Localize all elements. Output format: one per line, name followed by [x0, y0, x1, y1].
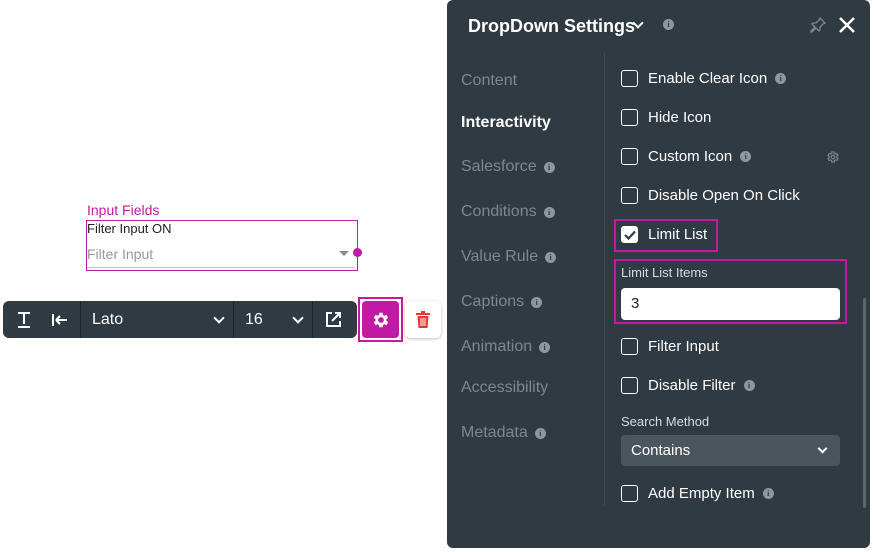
dropdown-settings-panel: DropDown Settings i Content Interactivit… [447, 0, 870, 548]
external-link-icon [326, 312, 341, 327]
open-external-button[interactable] [313, 301, 354, 338]
font-family-select[interactable]: Lato [81, 301, 233, 338]
panel-scrollbar[interactable] [863, 298, 866, 508]
checkbox[interactable] [621, 338, 638, 355]
app-canvas: Input Fields Filter Input ON Filter Inpu… [0, 0, 874, 552]
delete-button[interactable] [405, 301, 441, 338]
info-icon: i [543, 161, 555, 173]
info-icon: i [743, 380, 755, 391]
info-icon[interactable]: i [663, 19, 674, 30]
pin-icon[interactable] [810, 17, 826, 33]
option-enable-clear-icon[interactable]: Enable Clear Icon i [621, 70, 787, 87]
nav-item-captions[interactable]: Captions i [461, 293, 543, 311]
option-label: Filter Input [648, 338, 719, 355]
font-size-value: 16 [245, 310, 263, 328]
limit-list-items-label: Limit List Items [621, 265, 708, 280]
info-icon: i [762, 488, 774, 499]
panel-header: DropDown Settings i [447, 0, 870, 52]
align-left-icon [52, 313, 67, 326]
font-family-value: Lato [92, 310, 124, 328]
nav-item-label: Accessibility [461, 379, 549, 396]
option-label: Disable Open On Click [648, 187, 800, 204]
settings-button[interactable] [362, 301, 399, 338]
option-filter-input[interactable]: Filter Input [621, 338, 719, 355]
font-size-select[interactable]: 16 [234, 301, 312, 338]
option-limit-list[interactable]: Limit List [621, 226, 707, 243]
custom-icon-gear-icon[interactable] [826, 150, 840, 164]
align-button[interactable] [42, 301, 78, 338]
nav-item-value-rule[interactable]: Value Rule i [461, 248, 557, 266]
checkbox-checked[interactable] [621, 226, 638, 243]
nav-item-label: Animation [461, 338, 533, 355]
option-add-empty-item[interactable]: Add Empty Item i [621, 485, 774, 502]
option-label: Hide Icon [648, 109, 712, 126]
element-toolbar: Lato 16 [3, 301, 357, 338]
option-disable-filter[interactable]: Disable Filter i [621, 377, 755, 394]
nav-item-label: Captions [461, 293, 525, 310]
nav-item-label: Content [461, 72, 518, 89]
checkbox[interactable] [621, 187, 638, 204]
nav-item-animation[interactable]: Animation i [461, 338, 551, 356]
close-icon[interactable] [838, 16, 856, 34]
info-icon: i [531, 296, 543, 308]
info-icon: i [545, 251, 557, 263]
option-disable-open-on-click[interactable]: Disable Open On Click [621, 187, 800, 204]
nav-item-salesforce[interactable]: Salesforce i [461, 158, 555, 176]
panel-title[interactable]: DropDown Settings [468, 16, 635, 37]
option-custom-icon[interactable]: Custom Icon i [621, 148, 752, 165]
resize-handle[interactable] [353, 248, 362, 257]
option-hide-icon[interactable]: Hide Icon [621, 109, 711, 126]
search-method-value: Contains [631, 442, 691, 459]
gear-icon [373, 312, 388, 327]
option-label: Add Empty Item [648, 485, 755, 502]
checkbox[interactable] [621, 148, 638, 165]
checkbox[interactable] [621, 70, 638, 87]
nav-item-metadata[interactable]: Metadata i [461, 424, 546, 442]
option-label: Enable Clear Icon [648, 70, 768, 87]
chevron-down-icon [292, 311, 304, 324]
nav-item-content[interactable]: Content [461, 72, 517, 90]
filter-dropdown-input[interactable]: Filter Input [87, 244, 355, 268]
search-method-label: Search Method [621, 414, 710, 429]
checkmark-icon [623, 230, 636, 240]
section-label: Input Fields [87, 202, 160, 218]
nav-item-accessibility[interactable]: Accessibility [461, 379, 548, 397]
nav-item-label: Metadata [461, 424, 528, 441]
option-label: Custom Icon [648, 148, 733, 165]
info-icon: i [543, 206, 555, 218]
chevron-down-icon [213, 311, 225, 324]
info-icon: i [775, 73, 787, 84]
settings-nav: Content Interactivity Salesforce i Condi… [447, 52, 604, 548]
field-caption: Filter Input ON [87, 221, 172, 236]
interactivity-options: Enable Clear Icon i Hide Icon Custom Ico… [605, 52, 870, 548]
option-label: Disable Filter [648, 377, 736, 394]
nav-item-label: Interactivity [461, 114, 551, 131]
info-icon: i [539, 341, 551, 353]
info-icon: i [534, 427, 546, 439]
nav-item-conditions[interactable]: Conditions i [461, 203, 555, 221]
chevron-down-icon [817, 443, 828, 454]
nav-item-label: Value Rule [461, 248, 539, 265]
trash-icon [416, 310, 430, 328]
checkbox[interactable] [621, 377, 638, 394]
nav-item-label: Conditions [461, 203, 537, 220]
checkbox[interactable] [621, 109, 638, 126]
checkbox[interactable] [621, 485, 638, 502]
dropdown-arrow-icon[interactable] [339, 251, 349, 256]
text-underline-icon [18, 311, 30, 328]
limit-list-items-input[interactable]: 3 [621, 288, 840, 320]
option-label: Limit List [648, 226, 708, 243]
info-icon: i [740, 151, 752, 162]
nav-item-interactivity[interactable]: Interactivity [461, 114, 551, 132]
text-style-button[interactable] [6, 301, 42, 338]
nav-item-label: Salesforce [461, 158, 537, 175]
search-method-select[interactable]: Contains [621, 435, 840, 466]
